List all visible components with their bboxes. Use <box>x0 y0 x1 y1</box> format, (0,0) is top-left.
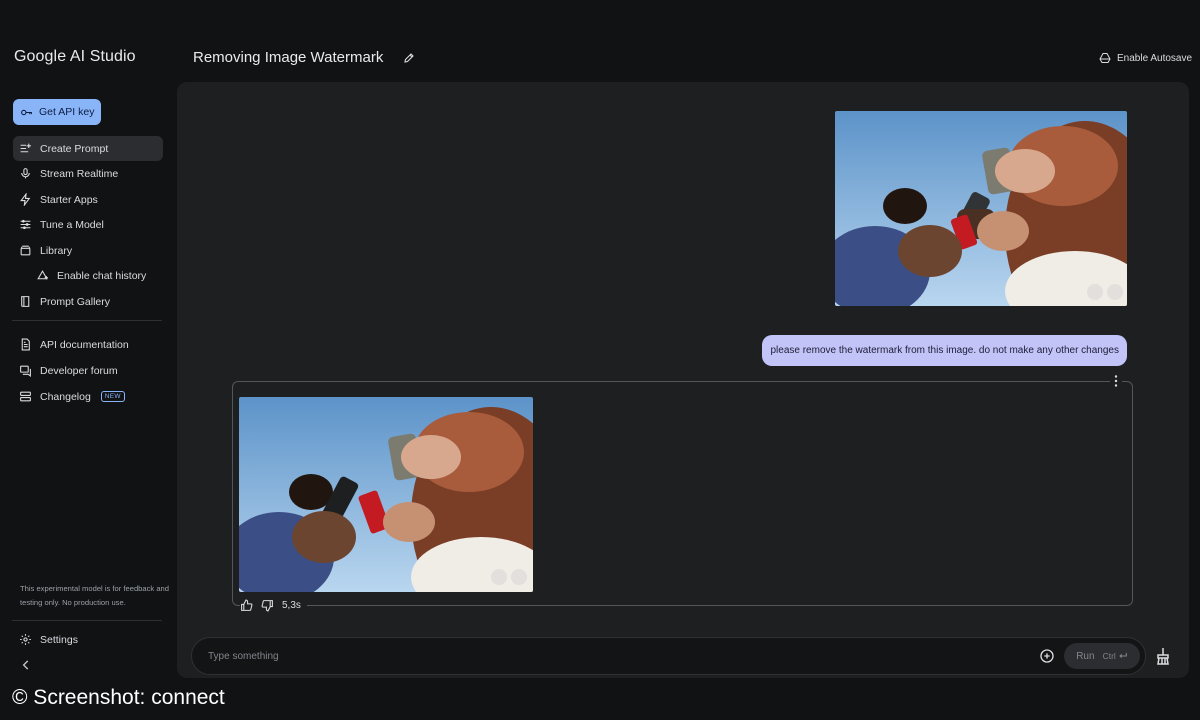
app-brand: Google AI Studio <box>14 48 136 65</box>
sidebar-item-starter-apps[interactable]: Starter Apps <box>13 187 163 212</box>
fullscreen-icon[interactable] <box>1107 284 1123 300</box>
sidebar-item-create-prompt[interactable]: Create Prompt <box>13 136 163 161</box>
model-disclaimer: This experimental model is for feedback … <box>20 584 169 607</box>
get-api-key-button[interactable]: Get API key <box>13 99 101 125</box>
changelog-icon <box>20 391 31 402</box>
sidebar-item-library[interactable]: Library <box>13 238 163 263</box>
sidebar-item-label: Create Prompt <box>40 142 109 155</box>
thumbs-down-icon[interactable] <box>261 599 274 612</box>
add-circle-icon[interactable] <box>1039 648 1055 664</box>
key-icon <box>21 109 32 115</box>
get-api-key-label: Get API key <box>39 106 95 118</box>
thumbs-up-icon[interactable] <box>240 599 253 612</box>
sliders-icon <box>20 219 31 230</box>
settings-button[interactable]: Settings <box>13 627 163 652</box>
screenshot-credit: © Screenshot: connect <box>12 686 225 709</box>
drive-icon <box>1099 53 1111 63</box>
history-icon <box>37 270 48 280</box>
sidebar-divider <box>12 620 162 621</box>
photo-illustration <box>835 111 1127 306</box>
response-time: 5,3s <box>282 600 301 611</box>
sidebar-item-label: Prompt Gallery <box>40 295 111 308</box>
run-button[interactable]: Run Ctrl <box>1064 643 1140 669</box>
autosave-label: Enable Autosave <box>1117 52 1193 64</box>
fullscreen-icon[interactable] <box>511 569 527 585</box>
download-icon[interactable] <box>1087 284 1103 300</box>
sidebar-item-chat-history[interactable]: Enable chat history <box>30 263 170 288</box>
user-message: please remove the watermark from this im… <box>762 335 1127 366</box>
more-vert-icon[interactable] <box>1110 374 1122 388</box>
sidebar-item-label: Developer forum <box>40 364 118 377</box>
forum-icon <box>20 365 31 377</box>
sidebar-item-stream-realtime[interactable]: Stream Realtime <box>13 161 163 186</box>
microphone-icon <box>21 168 30 179</box>
sidebar-item-label: Stream Realtime <box>40 167 119 180</box>
new-badge: NEW <box>100 391 125 402</box>
sidebar-item-label: Tune a Model <box>40 218 104 231</box>
download-icon[interactable] <box>491 569 507 585</box>
generated-image[interactable] <box>239 397 533 592</box>
prompt-input[interactable] <box>208 646 1008 666</box>
book-icon <box>21 296 30 307</box>
response-feedback: 5,3s <box>240 599 307 612</box>
sidebar-item-prompt-gallery[interactable]: Prompt Gallery <box>13 289 163 314</box>
pencil-icon[interactable] <box>403 52 415 64</box>
sidebar-divider <box>12 320 162 321</box>
enter-key-icon <box>1119 653 1127 659</box>
run-label: Run <box>1076 650 1095 662</box>
library-icon <box>20 245 31 256</box>
sidebar-item-developer-forum[interactable]: Developer forum <box>13 358 163 383</box>
user-uploaded-image[interactable] <box>835 111 1127 306</box>
sidebar-item-label: Starter Apps <box>40 193 98 206</box>
doc-icon <box>21 338 30 351</box>
settings-label: Settings <box>40 633 78 646</box>
sidebar-item-label: API documentation <box>40 338 129 351</box>
sidebar-item-api-docs[interactable]: API documentation <box>13 332 163 357</box>
page-title[interactable]: Removing Image Watermark <box>193 49 383 66</box>
clear-chat-icon[interactable] <box>1155 647 1171 665</box>
sidebar-item-tune-model[interactable]: Tune a Model <box>13 212 163 237</box>
sidebar-item-changelog[interactable]: Changelog NEW <box>13 384 163 409</box>
sidebar-item-label: Enable chat history <box>57 269 147 282</box>
run-shortcut: Ctrl <box>1103 651 1128 661</box>
photo-illustration <box>239 397 533 592</box>
bolt-icon <box>20 193 31 206</box>
sidebar-item-label: Changelog <box>40 390 91 403</box>
prompt-composer: Run Ctrl <box>191 637 1146 675</box>
shortcut-label: Ctrl <box>1102 651 1116 661</box>
chevron-left-icon[interactable] <box>19 658 33 672</box>
sidebar-item-label: Library <box>40 244 73 257</box>
gear-icon <box>20 634 31 645</box>
create-prompt-icon <box>20 143 31 153</box>
enable-autosave-button[interactable]: Enable Autosave <box>1099 52 1192 64</box>
